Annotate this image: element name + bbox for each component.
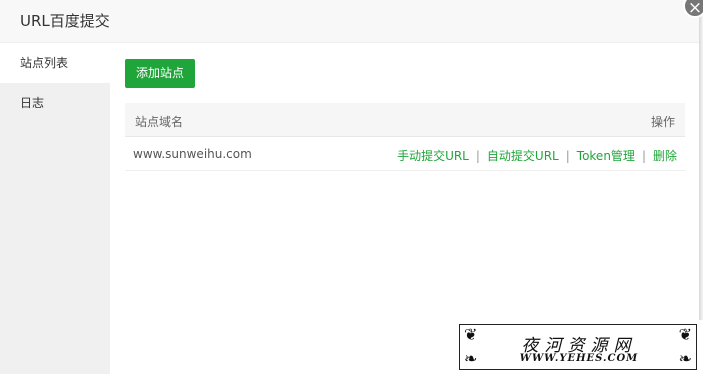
dialog-title-bar: URL百度提交: [0, 0, 699, 43]
add-site-button[interactable]: 添加站点: [125, 59, 195, 88]
dialog-title: URL百度提交: [20, 12, 110, 30]
url-submit-dialog: URL百度提交 站点列表 日志 添加站点 站点域名 操作 www.sunweih…: [0, 0, 699, 374]
auto-submit-url-link[interactable]: 自动提交URL: [487, 149, 559, 163]
sidebar-item-label: 站点列表: [20, 56, 69, 70]
column-header-ops: 操作: [650, 115, 675, 129]
row-actions: 手动提交URL | 自动提交URL | Token管理 | 删除: [397, 147, 677, 164]
watermark-logo: ❦ ❦ ❧ ❧ 夜河资源网 WWW.YEHES.COM: [453, 320, 703, 374]
sidebar-item-site-list[interactable]: 站点列表: [0, 44, 110, 83]
column-header-domain: 站点域名: [135, 115, 184, 129]
sidebar-item-log[interactable]: 日志: [0, 84, 110, 123]
table-row: www.sunweihu.com 手动提交URL | 自动提交URL | Token管理…: [125, 137, 685, 171]
token-manage-link[interactable]: Token管理: [577, 149, 635, 163]
site-domain: www.sunweihu.com: [133, 147, 252, 161]
manual-submit-url-link[interactable]: 手动提交URL: [397, 149, 469, 163]
table-header: 站点域名 操作: [125, 103, 685, 137]
divider: |: [475, 149, 480, 163]
divider: |: [641, 149, 646, 163]
sidebar-item-label: 日志: [20, 96, 45, 110]
site-table: 站点域名 操作 www.sunweihu.com 手动提交URL | 自动提交URL…: [125, 103, 685, 171]
delete-link[interactable]: 删除: [653, 149, 677, 163]
watermark-frame: ❦ ❦ ❧ ❧ 夜河资源网 WWW.YEHES.COM: [459, 324, 697, 370]
watermark-url: WWW.YEHES.COM: [519, 353, 639, 364]
sidebar: 站点列表 日志: [0, 44, 110, 374]
divider: |: [565, 149, 570, 163]
